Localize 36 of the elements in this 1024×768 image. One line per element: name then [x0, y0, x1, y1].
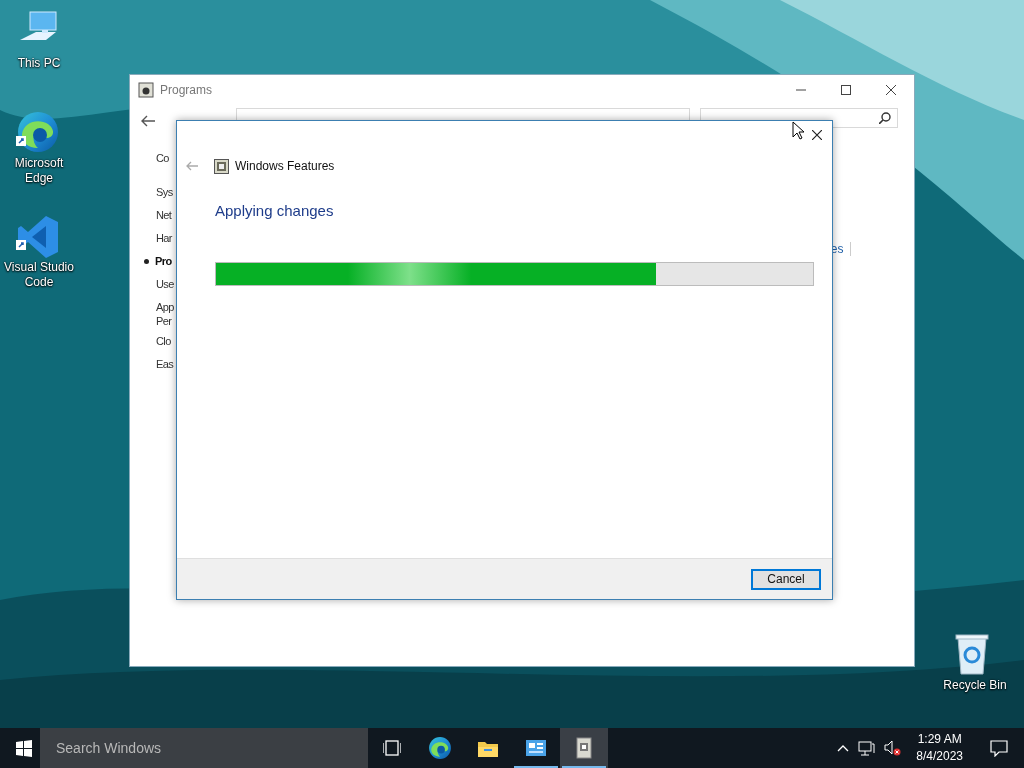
search-field[interactable]: Search Windows [40, 728, 368, 768]
windows-logo-icon[interactable] [16, 739, 32, 757]
volume-muted-icon[interactable] [884, 740, 902, 756]
icon-label[interactable]: Microsoft Edge [1, 156, 77, 186]
features-icon [214, 158, 229, 174]
features-icon[interactable] [574, 737, 594, 759]
nav-link[interactable]: Net [156, 208, 172, 222]
nav-link[interactable]: Co [156, 151, 169, 165]
icon-label[interactable]: Visual Studio Code [1, 260, 77, 290]
search-icon [879, 112, 891, 124]
dialog-title: Windows Features [235, 159, 335, 173]
clock-time[interactable]: 1:29 AM [916, 731, 963, 748]
nav-link[interactable]: Har [156, 231, 172, 245]
nav-link[interactable]: App Per [156, 300, 174, 328]
back-arrow-icon[interactable] [141, 114, 156, 128]
network-icon[interactable] [858, 740, 876, 756]
control-panel-icon [138, 82, 154, 98]
icon-label[interactable]: This PC [16, 56, 62, 71]
clock-date[interactable]: 8/4/2023 [916, 748, 963, 765]
close-icon[interactable] [886, 85, 896, 95]
icon-label[interactable]: Recycle Bin [942, 678, 1008, 693]
browser-icon[interactable] [428, 736, 452, 760]
maximize-icon[interactable] [841, 85, 851, 95]
close-icon[interactable] [812, 130, 822, 140]
status-heading: Applying changes [214, 202, 335, 219]
notification-icon[interactable] [990, 739, 1008, 757]
nav-link[interactable]: Pro [155, 254, 172, 268]
nav-link[interactable]: Eas [156, 357, 174, 371]
nav-link[interactable]: Sys [156, 185, 173, 199]
window-title: Programs [160, 83, 212, 97]
cancel-button[interactable]: Cancel [751, 568, 821, 590]
chevron-up-icon[interactable] [837, 743, 850, 753]
nav-link[interactable]: Use [156, 277, 174, 291]
nav-link[interactable]: Clo [156, 334, 171, 348]
control-panel-icon[interactable] [525, 738, 547, 758]
task-view-icon[interactable] [383, 740, 401, 756]
